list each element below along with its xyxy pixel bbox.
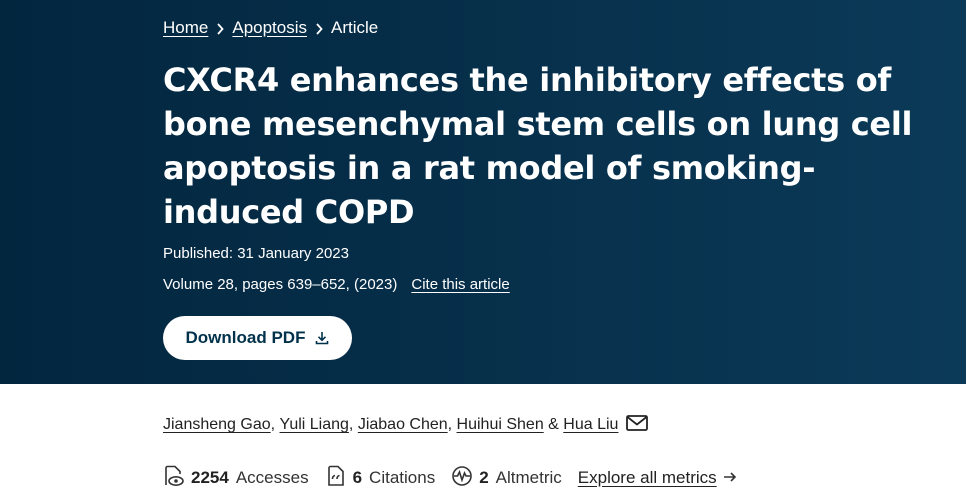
accesses-metric: 2254 Accesses: [163, 465, 309, 492]
download-pdf-label: Download PDF: [185, 328, 306, 347]
accesses-count: 2254: [191, 468, 229, 487]
citations-metric: 6 Citations: [325, 465, 436, 492]
explore-metrics-label: Explore all metrics: [577, 468, 717, 487]
breadcrumb-current: Article: [331, 18, 379, 37]
chevron-right-icon: [307, 18, 331, 38]
altmetric-count: 2: [479, 468, 489, 487]
breadcrumb-home-link[interactable]: Home: [163, 18, 208, 38]
altmetric-label: Altmetric: [495, 468, 562, 487]
author-separator: ,: [447, 416, 457, 433]
eye-document-icon: [163, 465, 191, 492]
author-link[interactable]: Yuli Liang: [280, 416, 349, 434]
chevron-right-icon: [208, 18, 232, 38]
quote-document-icon: [325, 465, 353, 492]
article-metrics: 2254 Accesses 6 Citations 2 Altmetric Ex…: [163, 465, 737, 491]
breadcrumb-apoptosis-link[interactable]: Apoptosis: [232, 18, 307, 38]
download-icon: [315, 331, 329, 345]
citations-count: 6: [352, 468, 363, 487]
cite-article-link[interactable]: Cite this article: [411, 275, 509, 295]
download-pdf-button[interactable]: Download PDF: [163, 316, 352, 360]
author-list: Jiansheng Gao, Yuli Liang, Jiabao Chen, …: [163, 413, 649, 437]
accesses-label: Accesses: [235, 468, 309, 487]
citations-label: Citations: [369, 468, 436, 487]
author-link[interactable]: Jiabao Chen: [358, 416, 448, 434]
author-separator: ,: [348, 416, 358, 433]
volume-info: Volume 28, pages 639–652, (2023) Cite th…: [163, 275, 510, 295]
author-separator: ,: [270, 416, 280, 433]
article-title: CXCR4 enhances the inhibitory effects of…: [163, 61, 913, 231]
altmetric-icon: [451, 465, 479, 492]
article-header: Home Apoptosis Article CXCR4 enhances th…: [0, 0, 966, 384]
volume-pages: Volume 28, pages 639–652, (2023): [163, 276, 398, 293]
author-link[interactable]: Jiansheng Gao: [163, 416, 271, 434]
explore-metrics-link[interactable]: Explore all metrics: [578, 468, 737, 488]
author-separator: &: [543, 416, 564, 433]
mail-icon[interactable]: [626, 414, 649, 436]
published-date: Published: 31 January 2023: [163, 245, 349, 262]
author-link[interactable]: Huihui Shen: [457, 416, 544, 434]
author-link[interactable]: Hua Liu: [563, 416, 618, 434]
breadcrumb: Home Apoptosis Article: [163, 16, 378, 40]
arrow-right-icon: [717, 468, 737, 488]
altmetric-metric: 2 Altmetric: [451, 465, 562, 492]
